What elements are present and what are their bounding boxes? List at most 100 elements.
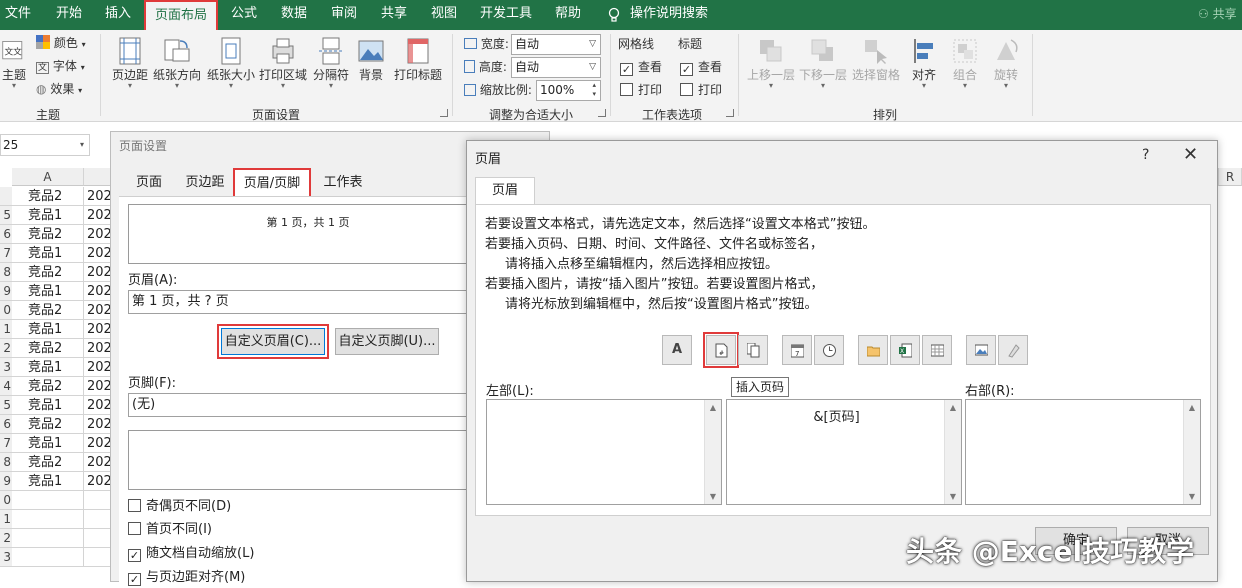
center-section-input[interactable]: &[页码] ▲ ▼ — [726, 399, 962, 505]
cell-a[interactable]: 竞品2 — [12, 263, 84, 282]
row-header[interactable]: 9 — [0, 282, 12, 301]
cell-b[interactable]: 202 — [84, 434, 112, 453]
tab-data[interactable]: 数据 — [272, 0, 316, 30]
row-header[interactable]: 4 — [0, 377, 12, 396]
margins-button[interactable]: 页边距 ▾ — [110, 34, 150, 90]
row-header[interactable]: 3 — [0, 358, 12, 377]
scroll-up-icon[interactable]: ▲ — [945, 403, 961, 412]
cell-b[interactable]: 202 — [84, 225, 112, 244]
custom-header-button[interactable]: 自定义页眉(C)... — [217, 324, 329, 359]
cell-b[interactable]: 202 — [84, 244, 112, 263]
cell-a[interactable]: 竞品1 — [12, 244, 84, 263]
send-backward-button[interactable]: 下移一层 ▾ — [798, 34, 848, 90]
insert-page-count-button[interactable] — [738, 335, 768, 365]
cell-b[interactable]: 202 — [84, 396, 112, 415]
cell-a[interactable] — [12, 491, 84, 510]
column-header-b[interactable] — [84, 168, 112, 186]
tab-page[interactable]: 页面 — [125, 168, 173, 197]
scroll-down-icon[interactable]: ▼ — [945, 492, 961, 501]
theme-effects-button[interactable]: ◍ 效果 ▾ — [36, 79, 82, 99]
row-header[interactable]: 3 — [0, 548, 12, 567]
format-picture-button[interactable] — [998, 335, 1028, 365]
cell-a[interactable]: 竞品1 — [12, 434, 84, 453]
insert-time-button[interactable] — [814, 335, 844, 365]
selection-pane-button[interactable]: 选择窗格 — [850, 34, 902, 82]
custom-footer-button[interactable]: 自定义页脚(U)... — [335, 328, 439, 355]
chevron-down-icon[interactable]: ▾ — [80, 135, 84, 155]
row-header[interactable]: 7 — [0, 244, 12, 263]
insert-date-button[interactable]: 7 — [782, 335, 812, 365]
cell-b[interactable]: 202 — [84, 206, 112, 225]
breaks-button[interactable]: 分隔符 ▾ — [310, 34, 352, 90]
cell-a[interactable]: 竞品2 — [12, 415, 84, 434]
scroll-up-icon[interactable]: ▲ — [1184, 403, 1200, 412]
tab-insert[interactable]: 插入 — [96, 0, 140, 30]
scale-launcher-icon[interactable] — [598, 109, 606, 117]
row-header[interactable]: 6 — [0, 225, 12, 244]
tab-home[interactable]: 开始 — [46, 0, 92, 30]
print-area-button[interactable]: 打印区域 ▾ — [258, 34, 308, 90]
width-select[interactable]: 自动 ▽ — [511, 34, 601, 55]
row-header[interactable]: 7 — [0, 434, 12, 453]
headings-view-checkbox[interactable]: ✓ 查看 — [680, 57, 722, 77]
cell-a[interactable] — [12, 510, 84, 529]
odd-even-checkbox[interactable]: 奇偶页不同(D) — [128, 498, 231, 516]
group-button[interactable]: 组合 ▾ — [946, 34, 984, 90]
tab-sheet[interactable]: 工作表 — [315, 168, 371, 197]
tab-view[interactable]: 视图 — [422, 0, 466, 30]
align-button[interactable]: 对齐 ▾ — [906, 34, 942, 90]
share-button[interactable]: ⚇ 共享 — [1198, 0, 1242, 30]
cell-a[interactable]: 竞品2 — [12, 377, 84, 396]
themes-button[interactable]: 文文 主题 ▾ — [0, 34, 28, 90]
tab-header[interactable]: 页眉 — [475, 177, 535, 205]
close-icon[interactable]: ✕ — [1183, 144, 1198, 165]
insert-page-number-button[interactable]: # — [703, 332, 739, 368]
insert-file-path-button[interactable] — [858, 335, 888, 365]
cell-b[interactable] — [84, 510, 112, 529]
cell-b[interactable]: 202 — [84, 187, 112, 206]
cell-b[interactable]: 202 — [84, 453, 112, 472]
row-header[interactable]: 0 — [0, 491, 12, 510]
scrollbar[interactable]: ▲ ▼ — [944, 400, 961, 504]
cell-a[interactable]: 竞品1 — [12, 282, 84, 301]
scroll-down-icon[interactable]: ▼ — [1184, 492, 1200, 501]
tell-me-search[interactable]: 操作说明搜索 — [630, 0, 710, 30]
cell-b[interactable]: 202 — [84, 282, 112, 301]
cell-a[interactable]: 竞品2 — [12, 453, 84, 472]
cell-b[interactable]: 202 — [84, 472, 112, 491]
scale-spinner[interactable]: 100% ▴ ▾ — [536, 80, 601, 101]
cell-b[interactable] — [84, 548, 112, 567]
cell-a[interactable]: 竞品2 — [12, 187, 84, 206]
scrollbar[interactable]: ▲ ▼ — [1183, 400, 1200, 504]
right-section-input[interactable]: ▲ ▼ — [965, 399, 1201, 505]
tab-share[interactable]: 共享 — [372, 0, 416, 30]
cell-a[interactable]: 竞品1 — [12, 320, 84, 339]
column-header-r[interactable]: R — [1218, 168, 1242, 186]
cell-a[interactable]: 竞品1 — [12, 396, 84, 415]
row-header[interactable]: 1 — [0, 320, 12, 339]
row-header[interactable]: 1 — [0, 510, 12, 529]
tab-margins[interactable]: 页边距 — [177, 168, 233, 197]
cell-b[interactable]: 202 — [84, 301, 112, 320]
scroll-down-icon[interactable]: ▼ — [705, 492, 721, 501]
gridlines-view-checkbox[interactable]: ✓ 查看 — [620, 57, 662, 77]
tab-header-footer[interactable]: 页眉/页脚 — [233, 168, 311, 197]
gridlines-print-checkbox[interactable]: 打印 — [620, 80, 662, 100]
cell-b[interactable]: 202 — [84, 377, 112, 396]
help-icon[interactable]: ? — [1142, 147, 1149, 163]
cell-b[interactable]: 202 — [84, 339, 112, 358]
insert-sheet-name-button[interactable] — [922, 335, 952, 365]
cell-b[interactable]: 202 — [84, 415, 112, 434]
tab-developer[interactable]: 开发工具 — [472, 0, 540, 30]
background-button[interactable]: 背景 — [354, 34, 388, 82]
cell-a[interactable] — [12, 548, 84, 567]
sheet-options-launcher-icon[interactable] — [726, 109, 734, 117]
orientation-button[interactable]: 纸张方向 ▾ — [152, 34, 202, 90]
headings-print-checkbox[interactable]: 打印 — [680, 80, 722, 100]
theme-colors-button[interactable]: 颜色 ▾ — [36, 33, 86, 53]
scroll-up-icon[interactable]: ▲ — [705, 403, 721, 412]
row-header[interactable]: 8 — [0, 263, 12, 282]
cell-b[interactable]: 202 — [84, 358, 112, 377]
row-header[interactable] — [0, 187, 12, 206]
row-header[interactable]: 2 — [0, 529, 12, 548]
